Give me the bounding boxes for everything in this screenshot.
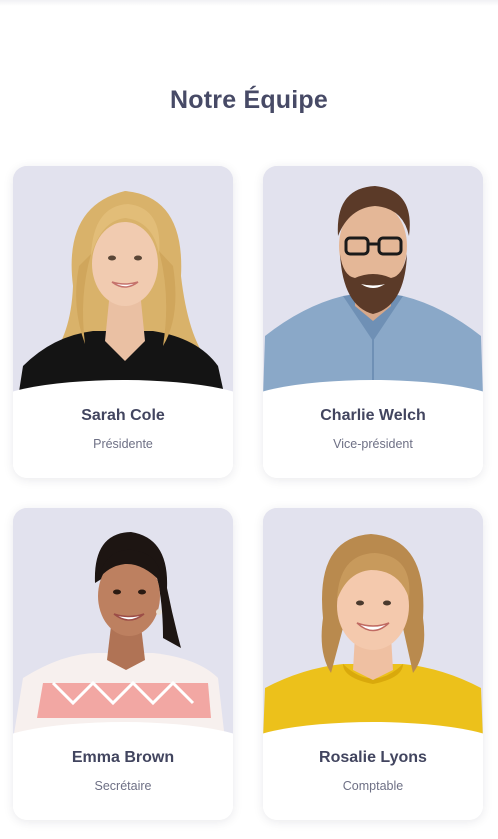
- card-caption-bg: [263, 722, 483, 820]
- member-name: Charlie Welch: [320, 407, 426, 424]
- team-photo-charlie: [263, 166, 483, 398]
- team-card-emma[interactable]: Emma Brown Secrétaire: [13, 508, 233, 820]
- member-name: Sarah Cole: [81, 407, 165, 424]
- top-bar: [0, 0, 498, 6]
- member-name: Rosalie Lyons: [319, 749, 427, 766]
- member-role: Secrétaire: [94, 779, 152, 793]
- team-photo-rosalie: [263, 508, 483, 740]
- card-caption-bg: [13, 722, 233, 820]
- team-photo-emma: [13, 508, 233, 740]
- member-name: Emma Brown: [71, 749, 175, 766]
- card-caption-bg: [13, 380, 233, 478]
- team-card-rosalie[interactable]: Rosalie Lyons Comptable: [263, 508, 483, 820]
- member-role: Présidente: [93, 437, 153, 451]
- section-title: Notre Équipe: [170, 86, 328, 114]
- team-card-charlie[interactable]: Charlie Welch Vice-président: [263, 166, 483, 478]
- card-caption-bg: [263, 380, 483, 478]
- member-role: Vice-président: [333, 437, 413, 451]
- member-role: Comptable: [342, 779, 404, 793]
- team-photo-sarah: [13, 166, 233, 398]
- team-card-sarah[interactable]: Sarah Cole Présidente: [13, 166, 233, 478]
